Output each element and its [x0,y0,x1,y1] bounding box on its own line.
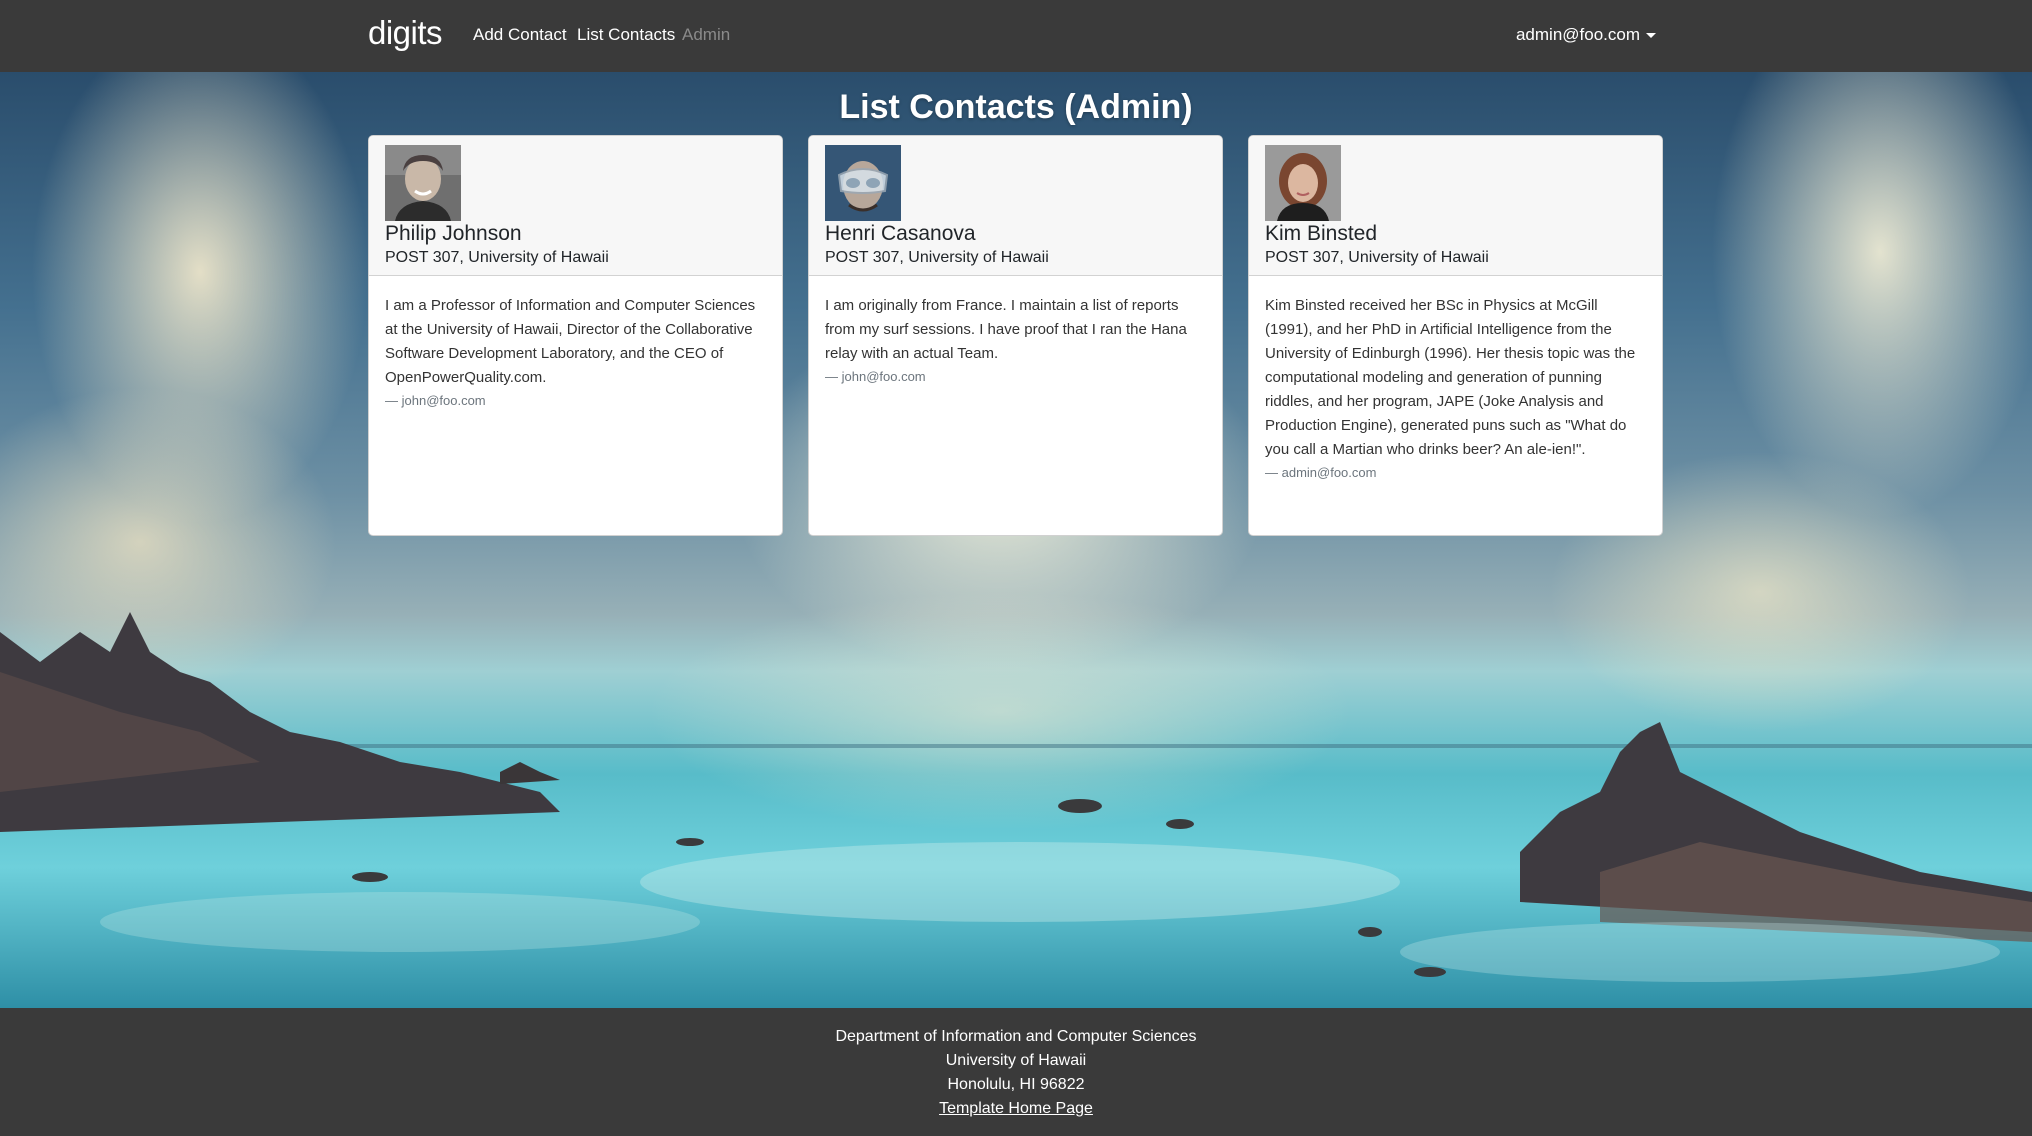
contact-card-body: I am a Professor of Information and Comp… [369,276,782,426]
contact-card: Kim Binsted POST 307, University of Hawa… [1248,135,1663,536]
user-dropdown[interactable]: admin@foo.com [1516,25,1656,45]
navbar: digits Add Contact List Contacts Admin a… [0,0,2032,72]
contact-address: POST 307, University of Hawaii [385,249,609,266]
contact-card: Henri Casanova POST 307, University of H… [808,135,1223,536]
contact-description: I am originally from France. I maintain … [825,297,1187,362]
brand-logo[interactable]: digits [368,14,443,52]
contact-name: Henri Casanova [825,222,976,245]
contact-description: Kim Binsted received her BSc in Physics … [1265,297,1636,458]
footer-department: Department of Information and Computer S… [835,1028,1197,1045]
page-title: List Contacts (Admin) [839,88,1193,126]
user-email: admin@foo.com [1515,25,1640,44]
template-home-link[interactable]: Template Home Page [939,1100,1093,1117]
chevron-down-icon [1646,33,1656,38]
contact-card: Philip Johnson POST 307, University of H… [368,135,783,536]
nav-list-contacts[interactable]: List Contacts [577,25,675,45]
contact-address: POST 307, University of Hawaii [1265,249,1489,266]
contact-card-header: Kim Binsted POST 307, University of Hawa… [1249,136,1662,276]
nav-admin[interactable]: Admin [682,25,730,45]
contact-card-header: Philip Johnson POST 307, University of H… [369,136,782,276]
contact-card-header: Henri Casanova POST 307, University of H… [809,136,1222,276]
contact-owner: — john@foo.com [825,369,926,384]
contact-card-body: Kim Binsted received her BSc in Physics … [1249,276,1662,498]
contact-description: I am a Professor of Information and Comp… [385,297,756,386]
contact-name: Philip Johnson [385,222,522,245]
avatar [1265,145,1341,221]
avatar [385,145,461,221]
contact-card-body: I am originally from France. I maintain … [809,276,1222,402]
nav-add-contact[interactable]: Add Contact [473,25,567,45]
contact-owner: — admin@foo.com [1265,465,1377,480]
footer-address: Honolulu, HI 96822 [947,1076,1085,1093]
footer: Department of Information and Computer S… [0,1008,2032,1136]
contact-address: POST 307, University of Hawaii [825,249,1049,266]
footer-university: University of Hawaii [945,1052,1087,1069]
contact-name: Kim Binsted [1265,222,1378,245]
avatar [825,145,901,221]
contact-owner: — john@foo.com [385,393,486,408]
